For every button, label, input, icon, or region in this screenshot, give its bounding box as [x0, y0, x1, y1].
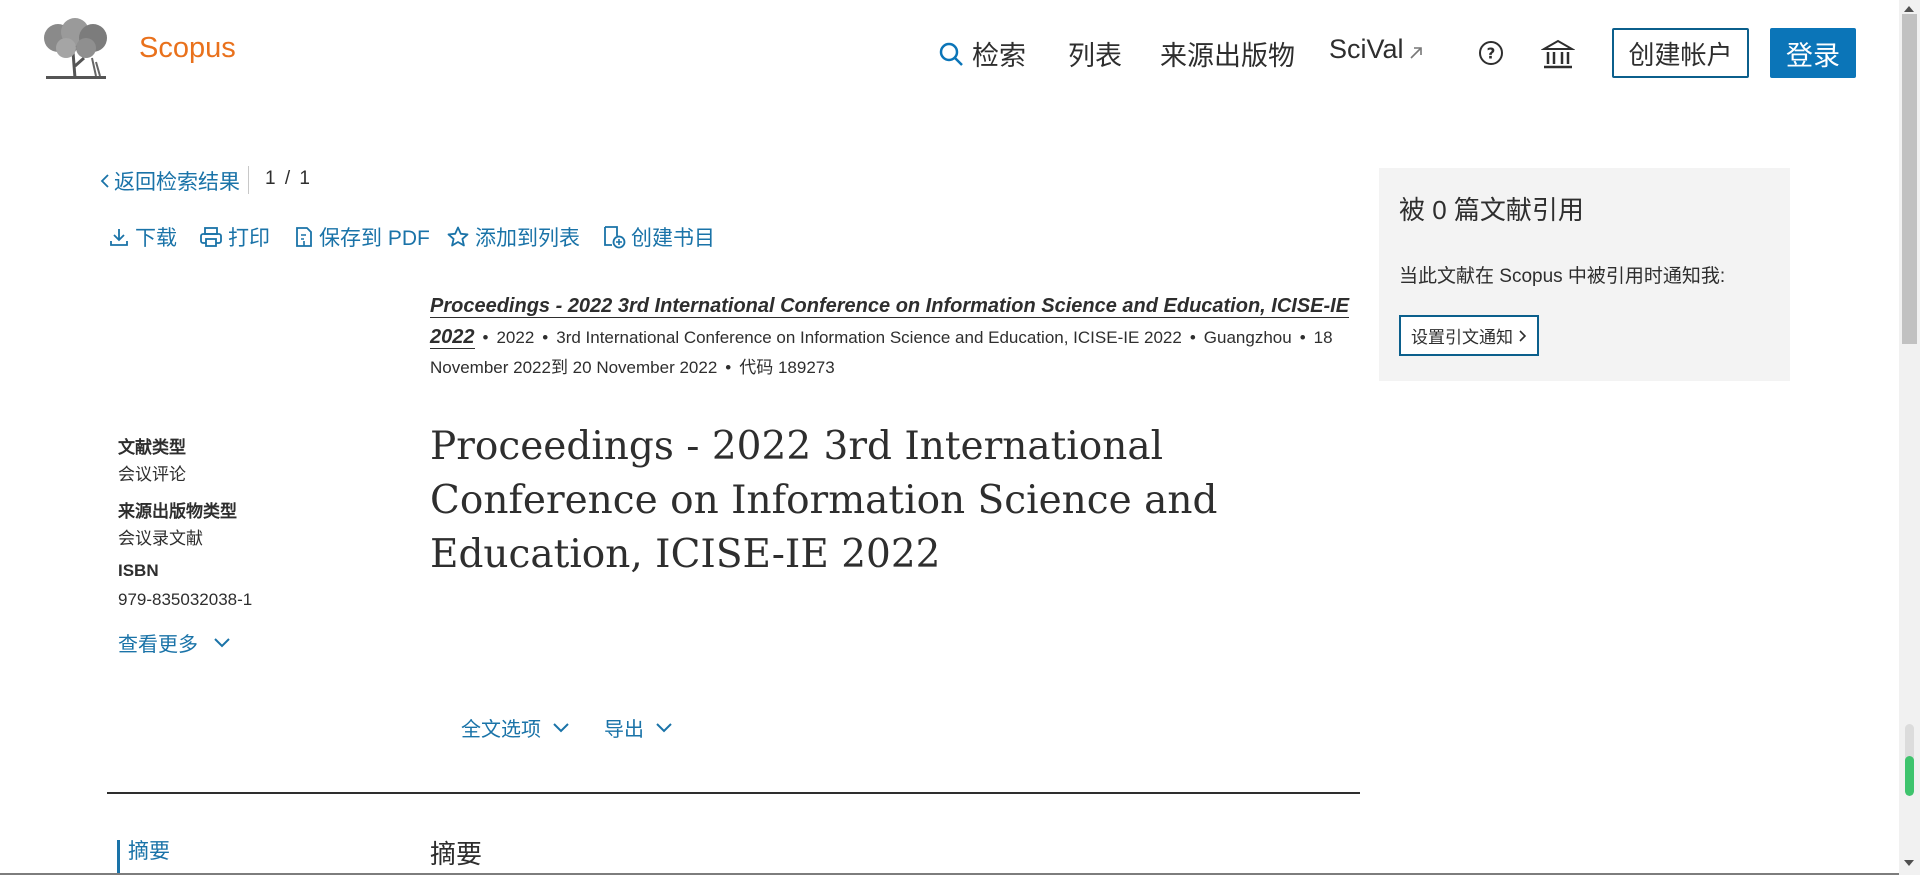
set-citation-alert-button[interactable]: 设置引文通知	[1399, 315, 1539, 356]
signin-button[interactable]: 登录	[1770, 28, 1856, 78]
nav-scival-label: SciVal	[1329, 34, 1404, 64]
chevron-down-icon	[656, 722, 672, 732]
create-bibliography-button[interactable]: 创建书目	[602, 222, 715, 252]
export-button[interactable]: 导出	[604, 713, 674, 742]
view-more-button[interactable]: 查看更多	[118, 628, 232, 657]
nav-sources[interactable]: 来源出版物	[1160, 34, 1295, 73]
create-account-button[interactable]: 创建帐户	[1612, 28, 1749, 78]
cited-by-title: 被 0 篇文献引用	[1399, 195, 1584, 225]
doc-type-value: 会议评论	[118, 465, 186, 484]
source-info: Proceedings - 2022 3rd International Con…	[430, 295, 1350, 377]
pdf-icon	[296, 227, 312, 247]
abstract-heading: 摘要	[430, 839, 483, 869]
star-icon	[447, 226, 469, 247]
chevron-left-icon	[100, 174, 109, 188]
external-link-icon	[1409, 46, 1422, 59]
download-label: 下载	[135, 227, 177, 250]
bibliography-icon	[604, 226, 626, 249]
brand-name[interactable]: Scopus	[139, 32, 236, 65]
chevron-right-icon	[1519, 329, 1527, 342]
print-label: 打印	[228, 227, 270, 250]
cited-by-notice: 当此文献在 Scopus 中被引用时通知我:	[1399, 266, 1726, 287]
download-icon	[110, 229, 128, 246]
conference-location: Guangzhou	[1203, 328, 1292, 347]
scroll-progress-fill	[1905, 756, 1914, 796]
isbn-value: 979-835032038-1	[118, 590, 253, 609]
scroll-up-arrow[interactable]	[1904, 6, 1914, 12]
back-to-results-label: 返回检索结果	[114, 171, 240, 194]
fulltext-options-label: 全文选项	[461, 719, 541, 741]
cited-by-panel: 被 0 篇文献引用 当此文献在 Scopus 中被引用时通知我: 设置引文通知	[1379, 168, 1790, 381]
result-pager: 1 / 1	[265, 168, 312, 189]
help-icon[interactable]: ?	[1478, 40, 1504, 66]
add-to-list-button[interactable]: 添加到列表	[446, 222, 580, 252]
elsevier-logo[interactable]	[38, 18, 112, 84]
fulltext-options-button[interactable]: 全文选项	[461, 713, 571, 742]
source-type-value: 会议录文献	[118, 529, 203, 548]
active-nav-indicator	[117, 840, 120, 875]
conference-code: 代码 189273	[739, 358, 835, 377]
search-icon	[939, 42, 963, 66]
isbn-label: ISBN	[118, 561, 159, 580]
save-pdf-button[interactable]: 保存到 PDF	[294, 222, 430, 252]
print-button[interactable]: 打印	[199, 222, 270, 252]
source-type-label: 来源出版物类型	[118, 502, 237, 521]
scroll-progress-indicator	[1905, 724, 1914, 796]
download-button[interactable]: 下载	[108, 222, 177, 252]
chevron-down-icon	[553, 722, 569, 732]
document-title: Proceedings - 2022 3rd International Con…	[430, 424, 1218, 577]
source-year: 2022	[496, 328, 535, 347]
svg-text:?: ?	[1487, 45, 1496, 63]
view-more-label: 查看更多	[118, 634, 198, 656]
set-citation-alert-label: 设置引文通知	[1411, 328, 1513, 347]
create-bibliography-label: 创建书目	[631, 227, 715, 250]
nav-scival[interactable]: SciVal	[1329, 34, 1424, 65]
conference-name: 3rd International Conference on Informat…	[556, 328, 1182, 347]
institution-icon[interactable]	[1540, 38, 1576, 70]
nav-lists[interactable]: 列表	[1068, 34, 1122, 73]
nav-search[interactable]: 检索	[938, 34, 1026, 73]
logo-tree-icon	[38, 18, 112, 84]
back-to-results-link[interactable]: 返回检索结果	[98, 166, 240, 196]
print-icon	[200, 227, 222, 247]
export-label: 导出	[604, 719, 644, 741]
doc-type-label: 文献类型	[118, 438, 186, 457]
section-divider	[107, 792, 1360, 794]
save-pdf-label: 保存到 PDF	[319, 227, 430, 250]
add-to-list-label: 添加到列表	[475, 227, 580, 250]
divider	[248, 166, 249, 194]
abstract-nav-link[interactable]: 摘要	[128, 835, 170, 865]
nav-search-label: 检索	[972, 41, 1026, 71]
chevron-down-icon	[214, 637, 230, 647]
scroll-down-arrow[interactable]	[1904, 860, 1914, 866]
scrollbar-thumb[interactable]	[1902, 14, 1917, 344]
